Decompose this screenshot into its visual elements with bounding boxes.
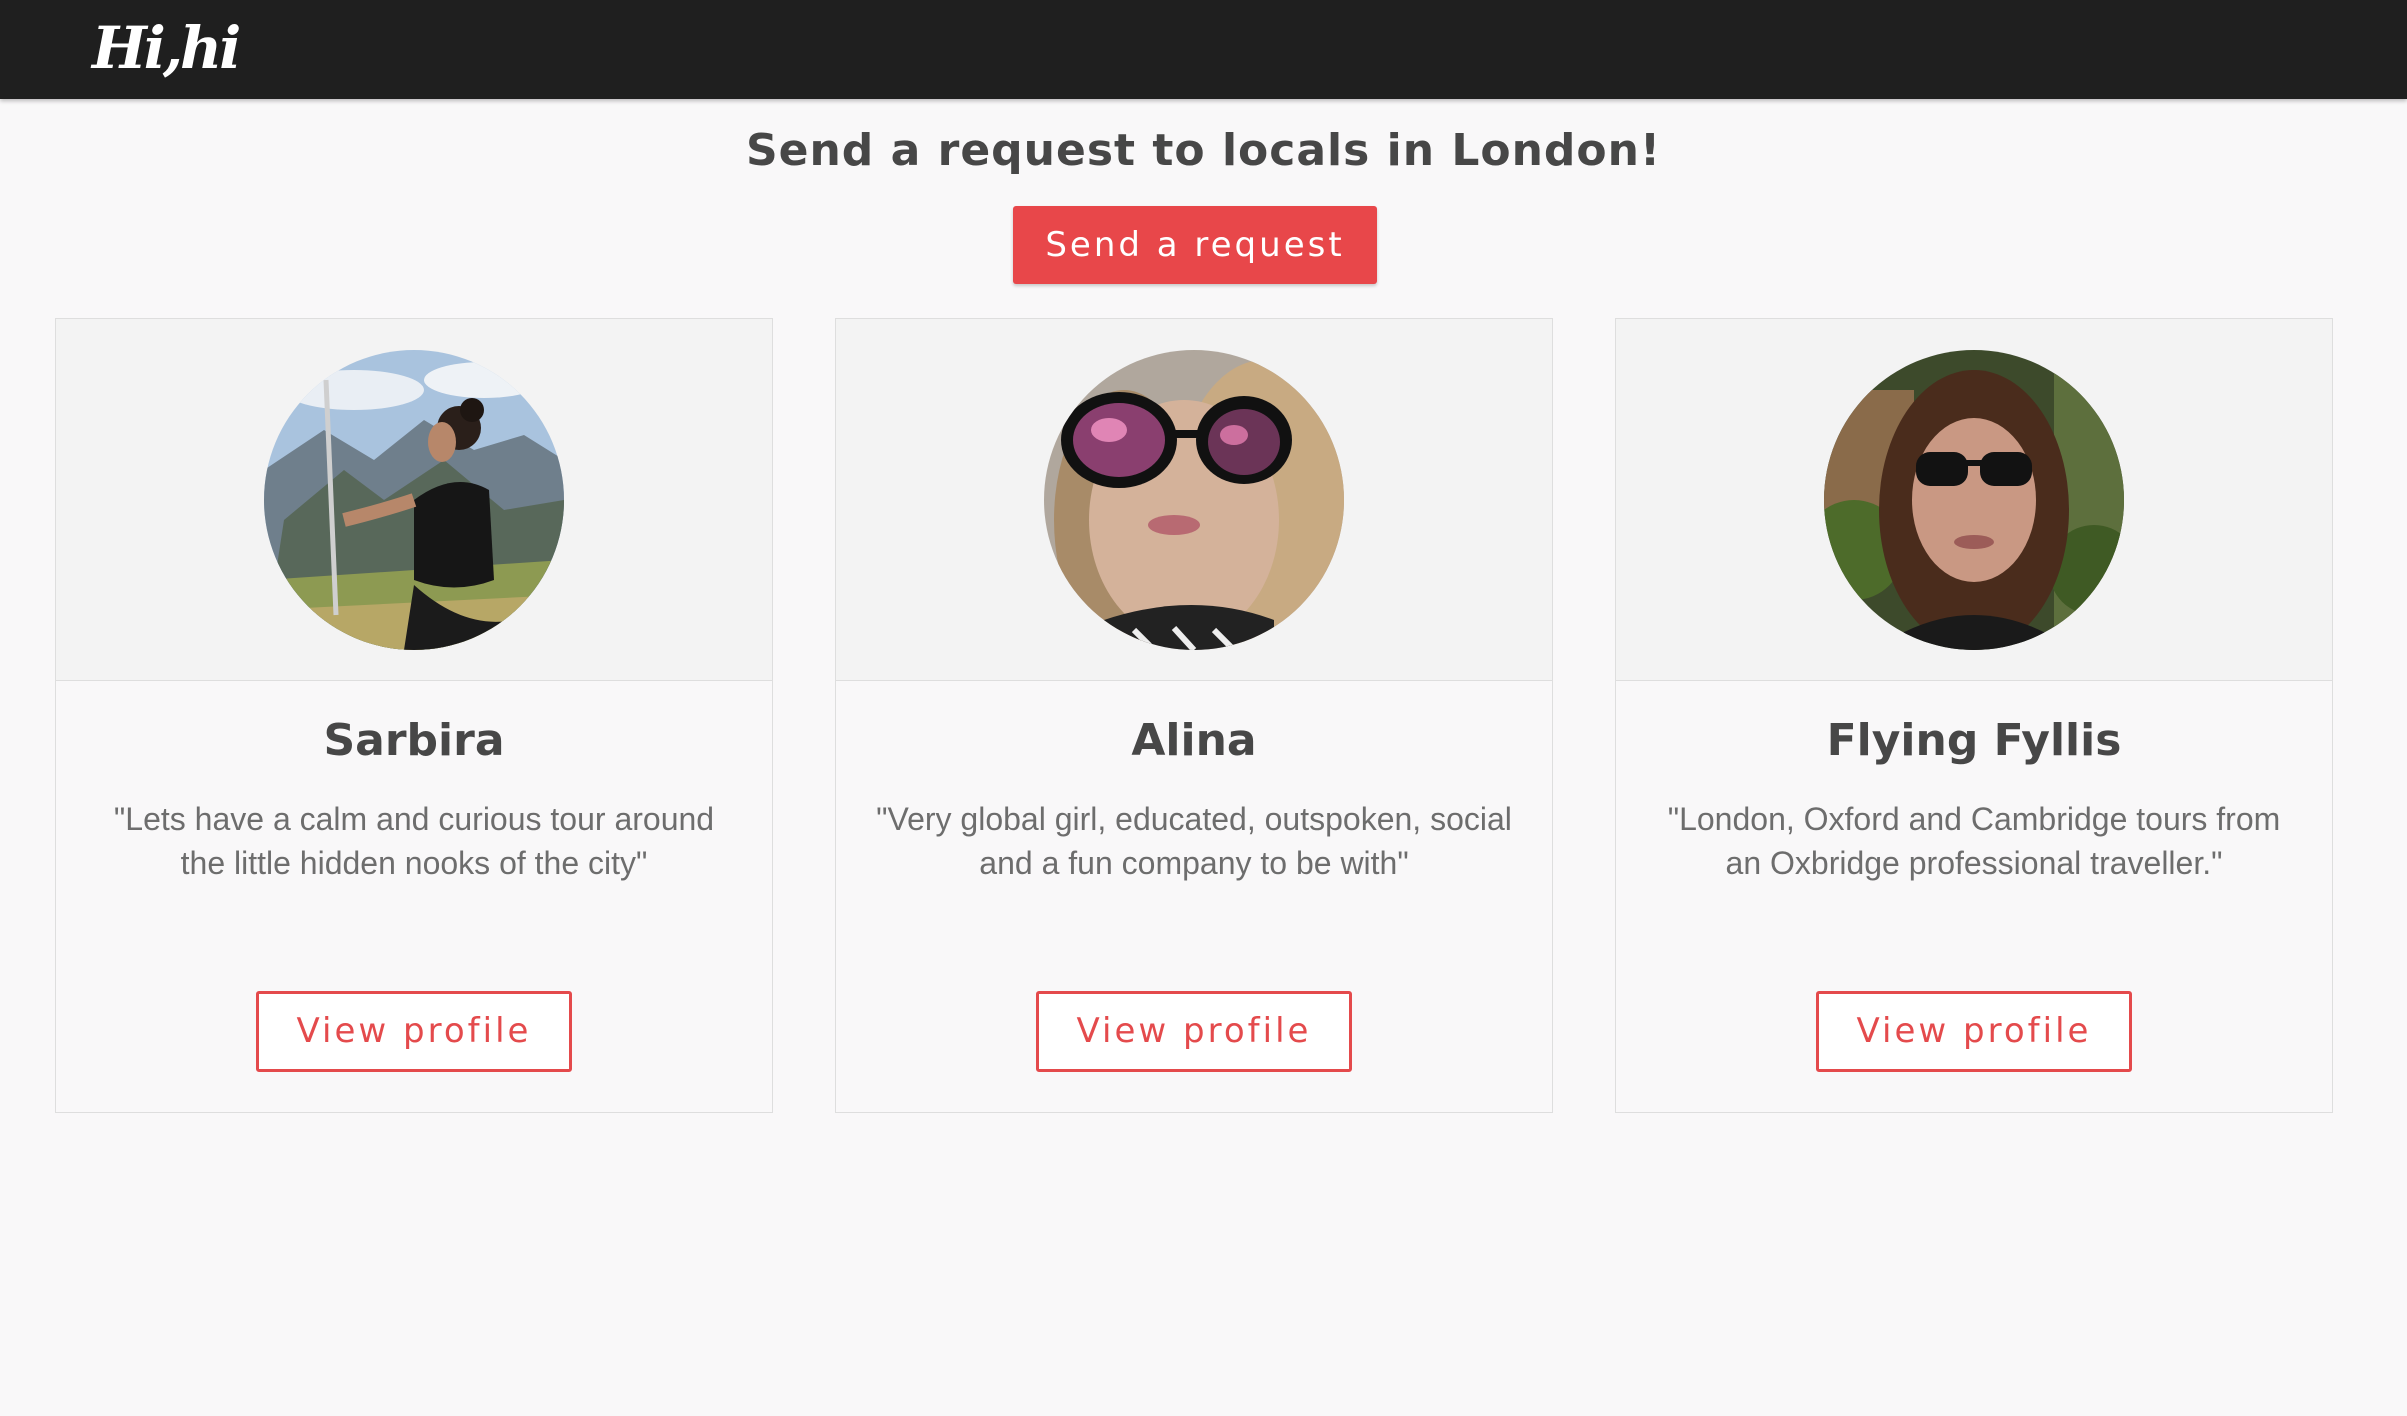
local-name: Alina	[1131, 715, 1257, 766]
local-quote: "Lets have a calm and curious tour aroun…	[113, 801, 715, 881]
local-card-alina: Alina "Very global girl, educated, outsp…	[835, 318, 1553, 1113]
avatar-photo	[1044, 350, 1344, 650]
local-card-flying-fyllis: Flying Fyllis "London, Oxford and Cambri…	[1615, 318, 2333, 1113]
local-name: Sarbira	[323, 715, 505, 766]
hihi-logo[interactable]: Hi,hi	[92, 8, 241, 88]
avatar-photo	[264, 350, 564, 650]
view-profile-button[interactable]: View profile	[1036, 991, 1352, 1072]
card-photo-area	[836, 319, 1552, 681]
view-profile-button[interactable]: View profile	[1816, 991, 2132, 1072]
page-headline: Send a request to locals in London!	[745, 125, 1662, 176]
card-photo-area	[56, 319, 772, 681]
local-name: Flying Fyllis	[1826, 715, 2122, 766]
card-photo-area	[1616, 319, 2332, 681]
local-quote: "London, Oxford and Cambridge tours from…	[1667, 801, 2281, 881]
local-card-sarbira: Sarbira "Lets have a calm and curious to…	[55, 318, 773, 1113]
local-quote: "Very global girl, educated, outspoken, …	[876, 801, 1512, 881]
view-profile-button[interactable]: View profile	[256, 991, 572, 1072]
top-navigation-bar: Hi,hi	[0, 0, 2407, 99]
send-request-button[interactable]: Send a request	[1013, 206, 1377, 284]
avatar-photo	[1824, 350, 2124, 650]
